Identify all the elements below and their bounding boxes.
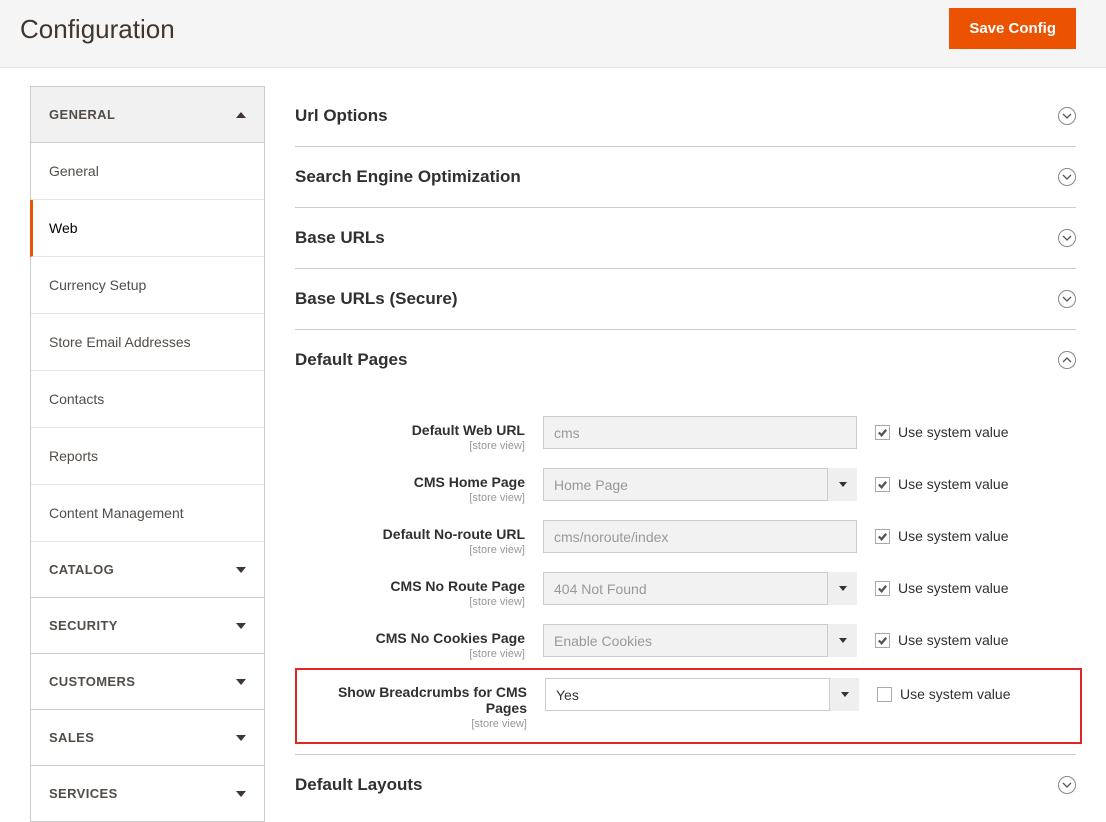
field-cms-noroute-page: CMS No Route Page [store view] 404 Not F…	[295, 564, 1076, 616]
select-caret-icon	[829, 678, 859, 711]
sidebar-item-content-management[interactable]: Content Management	[31, 485, 264, 542]
save-config-button[interactable]: Save Config	[949, 8, 1076, 49]
use-system-wrap: Use system value	[875, 624, 1008, 648]
section-seo[interactable]: Search Engine Optimization	[295, 147, 1076, 208]
field-label: CMS No Route Page [store view]	[295, 572, 525, 608]
use-system-checkbox[interactable]	[875, 477, 890, 492]
use-system-checkbox[interactable]	[875, 425, 890, 440]
field-control: Yes	[545, 678, 859, 711]
use-system-wrap: Use system value	[877, 678, 1010, 702]
select-caret-icon	[827, 572, 857, 605]
field-label: Default Web URL [store view]	[295, 416, 525, 452]
sidebar-item-reports[interactable]: Reports	[31, 428, 264, 485]
sidebar-group-catalog[interactable]: CATALOG	[31, 542, 264, 598]
use-system-checkbox[interactable]	[877, 687, 892, 702]
use-system-wrap: Use system value	[875, 520, 1008, 544]
sidebar-group-sales[interactable]: SALES	[31, 710, 264, 766]
field-label: Show Breadcrumbs for CMS Pages [store vi…	[297, 678, 527, 730]
sidebar-item-web[interactable]: Web	[30, 200, 264, 257]
section-base-urls-secure[interactable]: Base URLs (Secure)	[295, 269, 1076, 330]
default-web-url-input[interactable]	[543, 416, 857, 449]
field-label: CMS Home Page [store view]	[295, 468, 525, 504]
field-default-noroute-url: Default No-route URL [store view] Use sy…	[295, 512, 1076, 564]
sidebar-item-contacts[interactable]: Contacts	[31, 371, 264, 428]
select-caret-icon	[827, 624, 857, 657]
cms-home-page-select[interactable]: Home Page	[543, 468, 857, 501]
field-control: Home Page	[543, 468, 857, 501]
sidebar-group-label: CATALOG	[49, 562, 114, 577]
use-system-checkbox[interactable]	[875, 633, 890, 648]
field-show-breadcrumbs: Show Breadcrumbs for CMS Pages [store vi…	[295, 668, 1082, 744]
field-cms-nocookies-page: CMS No Cookies Page [store view] Enable …	[295, 616, 1076, 668]
field-label: Default No-route URL [store view]	[295, 520, 525, 556]
chevron-down-icon	[236, 735, 246, 741]
sidebar-group-security[interactable]: SECURITY	[31, 598, 264, 654]
page-title: Configuration	[20, 14, 175, 45]
field-default-web-url: Default Web URL [store view] Use system …	[295, 408, 1076, 460]
sidebar-group-label: SALES	[49, 730, 94, 745]
section-title: Base URLs (Secure)	[295, 289, 458, 309]
sidebar-group-label: GENERAL	[49, 107, 115, 122]
chevron-down-icon	[236, 679, 246, 685]
sidebar-item-store-email[interactable]: Store Email Addresses	[31, 314, 264, 371]
page-header: Configuration Save Config	[0, 0, 1106, 68]
sidebar-group-customers[interactable]: CUSTOMERS	[31, 654, 264, 710]
cms-noroute-page-select[interactable]: 404 Not Found	[543, 572, 857, 605]
select-caret-icon	[827, 468, 857, 501]
use-system-checkbox[interactable]	[875, 529, 890, 544]
section-title: Default Pages	[295, 350, 407, 370]
sidebar-group-label: CUSTOMERS	[49, 674, 135, 689]
chevron-down-icon	[236, 623, 246, 629]
use-system-checkbox[interactable]	[875, 581, 890, 596]
section-title: Url Options	[295, 106, 388, 126]
default-pages-fields: Default Web URL [store view] Use system …	[295, 390, 1076, 755]
section-default-pages[interactable]: Default Pages	[295, 330, 1076, 390]
sidebar-group-label: SECURITY	[49, 618, 118, 633]
config-main: Url Options Search Engine Optimization B…	[295, 86, 1076, 822]
use-system-wrap: Use system value	[875, 416, 1008, 440]
sidebar-group-label: SERVICES	[49, 786, 118, 801]
section-title: Default Layouts	[295, 775, 423, 795]
field-label: CMS No Cookies Page [store view]	[295, 624, 525, 660]
expand-icon	[1058, 776, 1076, 794]
sidebar-item-currency-setup[interactable]: Currency Setup	[31, 257, 264, 314]
show-breadcrumbs-select[interactable]: Yes	[545, 678, 859, 711]
section-default-layouts[interactable]: Default Layouts	[295, 755, 1076, 815]
use-system-wrap: Use system value	[875, 572, 1008, 596]
chevron-down-icon	[236, 791, 246, 797]
expand-icon	[1058, 107, 1076, 125]
sidebar-group-general[interactable]: GENERAL	[31, 87, 264, 143]
content-wrapper: GENERAL General Web Currency Setup Store…	[0, 68, 1106, 822]
sidebar-group-services[interactable]: SERVICES	[31, 766, 264, 822]
section-base-urls[interactable]: Base URLs	[295, 208, 1076, 269]
section-url-options[interactable]: Url Options	[295, 86, 1076, 147]
sidebar-item-general[interactable]: General	[31, 143, 264, 200]
collapse-icon	[1058, 351, 1076, 369]
cms-nocookies-page-select[interactable]: Enable Cookies	[543, 624, 857, 657]
section-title: Search Engine Optimization	[295, 167, 521, 187]
chevron-up-icon	[236, 112, 246, 118]
expand-icon	[1058, 229, 1076, 247]
field-control: Enable Cookies	[543, 624, 857, 657]
expand-icon	[1058, 168, 1076, 186]
field-cms-home-page: CMS Home Page [store view] Home Page Use…	[295, 460, 1076, 512]
default-noroute-url-input[interactable]	[543, 520, 857, 553]
expand-icon	[1058, 290, 1076, 308]
chevron-down-icon	[236, 567, 246, 573]
config-sidebar: GENERAL General Web Currency Setup Store…	[30, 86, 265, 822]
section-title: Base URLs	[295, 228, 385, 248]
field-control	[543, 520, 857, 553]
field-control	[543, 416, 857, 449]
use-system-wrap: Use system value	[875, 468, 1008, 492]
field-control: 404 Not Found	[543, 572, 857, 605]
